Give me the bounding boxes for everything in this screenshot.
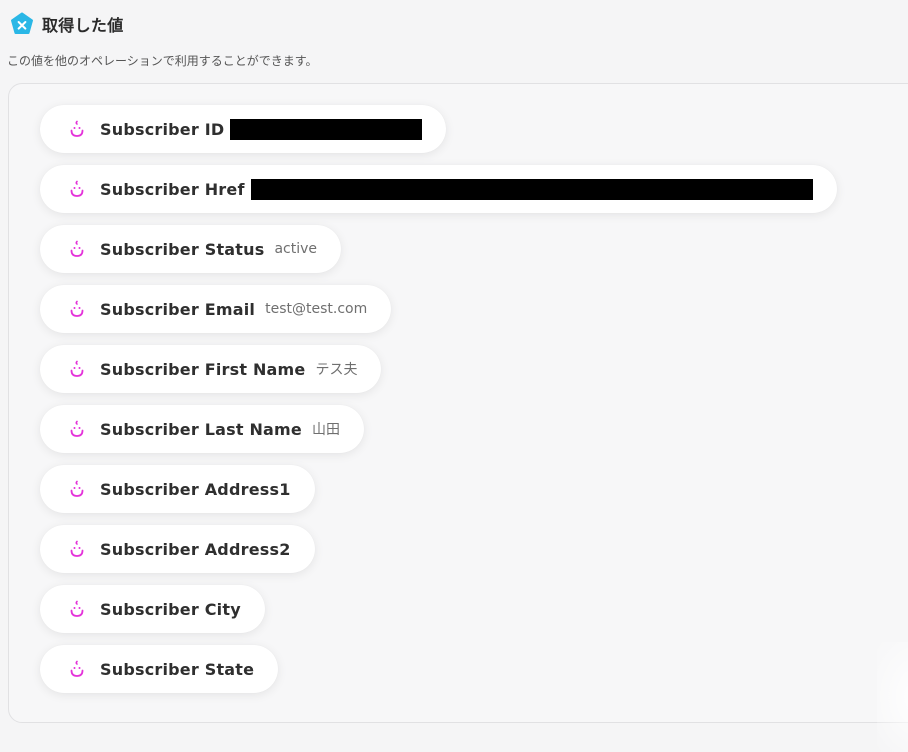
value-pill-subscriber-href[interactable]: Subscriber Href	[40, 165, 837, 213]
value-label: Subscriber Address1	[100, 479, 291, 499]
value-pill-subscriber-email[interactable]: Subscriber Email test@test.com	[40, 285, 392, 333]
redacted-value	[230, 118, 423, 140]
value-text: 山田	[311, 422, 340, 438]
value-pill-subscriber-state[interactable]: Subscriber State	[40, 645, 279, 693]
value-text: test@test.com	[265, 301, 368, 317]
subscriber-face-icon	[70, 180, 84, 197]
subscriber-face-icon	[70, 600, 84, 617]
subscriber-face-icon	[70, 360, 84, 377]
value-pill-subscriber-address1[interactable]: Subscriber Address1	[40, 465, 315, 513]
value-label: Subscriber City	[100, 599, 241, 619]
value-pill-subscriber-status[interactable]: Subscriber Status active	[40, 225, 342, 273]
value-label: Subscriber Last Name	[100, 419, 302, 439]
value-pill-subscriber-address2[interactable]: Subscriber Address2	[40, 525, 315, 573]
value-pill-subscriber-city[interactable]: Subscriber City	[40, 585, 265, 633]
value-label: Subscriber Status	[100, 239, 265, 259]
subscriber-face-icon	[70, 420, 84, 437]
value-text: active	[274, 241, 318, 257]
subscriber-face-icon	[70, 300, 84, 317]
value-label: Subscriber Href	[100, 179, 245, 199]
subscriber-face-icon	[70, 480, 84, 497]
subscriber-face-icon	[70, 240, 84, 257]
value-pill-subscriber-last-name[interactable]: Subscriber Last Name 山田	[40, 405, 364, 453]
value-label: Subscriber First Name	[100, 359, 306, 379]
value-pill-subscriber-first-name[interactable]: Subscriber First Name テス夫	[40, 345, 382, 393]
x-variable-icon	[11, 12, 33, 34]
subscriber-face-icon	[70, 120, 84, 137]
redacted-value	[250, 178, 813, 200]
value-label: Subscriber Email	[100, 299, 256, 319]
value-label: Subscriber Address2	[100, 539, 291, 559]
section-description: この値を他のオペレーションで利用することができます。	[7, 54, 318, 68]
value-pill-subscriber-id[interactable]: Subscriber ID	[40, 105, 447, 153]
section-title: 取得した値	[42, 16, 124, 35]
section-header: 取得した値	[10, 12, 124, 36]
subscriber-face-icon	[70, 540, 84, 557]
subscriber-face-icon	[70, 660, 84, 677]
value-text: テス夫	[315, 362, 358, 378]
value-label: Subscriber ID	[100, 119, 225, 139]
value-label: Subscriber State	[100, 659, 255, 679]
